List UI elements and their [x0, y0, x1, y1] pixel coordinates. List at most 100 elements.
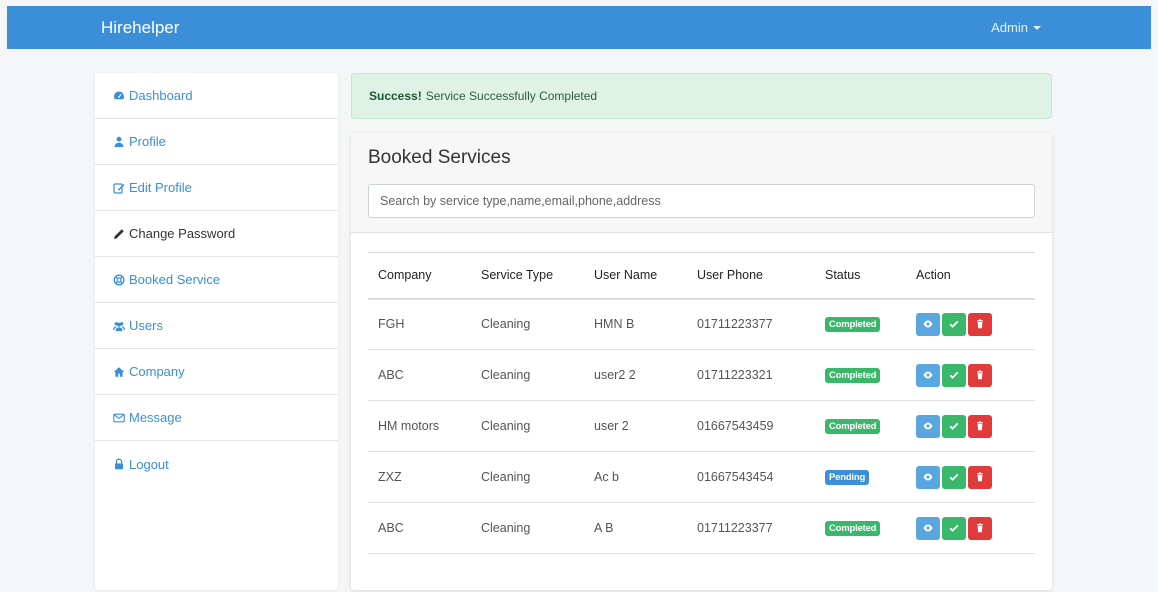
eye-icon — [923, 370, 933, 380]
sidebar-item-label: Edit Profile — [129, 180, 192, 195]
sidebar-item-label: Logout — [129, 456, 169, 472]
cell-company: FGH — [368, 298, 471, 350]
eye-icon — [923, 523, 933, 533]
view-button[interactable] — [916, 516, 940, 540]
status-badge: Pending — [825, 470, 870, 485]
sidebar-item-label: Message — [129, 410, 182, 425]
table-row: HM motors Cleaning user 2 01667543459 Comple… — [368, 400, 1035, 452]
view-button[interactable] — [916, 312, 940, 336]
services-table: Company Service Type User Name User Phon… — [368, 252, 1035, 554]
delete-button[interactable] — [968, 465, 992, 489]
delete-button[interactable] — [968, 516, 992, 540]
sidebar-item-label: Booked Service — [129, 272, 221, 287]
admin-label: Admin — [991, 20, 1028, 35]
cell-user-name: user 2 — [584, 400, 687, 452]
cell-user-name: HMN B — [584, 298, 687, 350]
table-row: ABC Cleaning A B 01711223377 Completed — [368, 502, 1035, 554]
cell-user-phone: 01711223321 — [687, 349, 815, 401]
complete-button[interactable] — [942, 465, 966, 489]
success-alert: Success! Service Successfully Completed — [351, 73, 1052, 119]
table-row: ZXZ Cleaning Ac b 01667543454 Pending — [368, 451, 1035, 503]
search-input[interactable] — [368, 184, 1035, 218]
action-buttons — [916, 414, 1035, 438]
sidebar-item-booked-service[interactable]: Booked Service — [95, 257, 338, 303]
user-icon — [112, 135, 126, 149]
complete-button[interactable] — [942, 312, 966, 336]
page-title: Booked Services — [368, 147, 511, 168]
status-badge: Completed — [825, 521, 881, 536]
col-user-phone: User Phone — [697, 268, 764, 283]
envelope-icon — [112, 411, 126, 425]
sidebar-item-label: Change Password — [129, 226, 236, 241]
sidebar-item-label: Company — [129, 364, 185, 379]
view-button[interactable] — [916, 465, 940, 489]
tachometer-icon — [112, 89, 126, 103]
card-header: Booked Services — [351, 133, 1052, 233]
cell-company: ABC — [368, 349, 471, 401]
sidebar: Dashboard Profile Edit Profile Change Pa… — [95, 73, 338, 590]
sidebar-item-message[interactable]: Message — [95, 395, 338, 441]
complete-button[interactable] — [942, 414, 966, 438]
edit-icon — [112, 181, 126, 195]
caret-down-icon — [1033, 25, 1041, 30]
table-header-row: Company Service Type User Name User Phon… — [368, 252, 1035, 299]
cell-user-phone: 01711223377 — [687, 298, 815, 350]
complete-button[interactable] — [942, 516, 966, 540]
status-badge: Completed — [825, 368, 881, 383]
cell-status: Completed — [815, 400, 906, 452]
trash-icon — [975, 421, 985, 431]
sidebar-item-dashboard[interactable]: Dashboard — [95, 73, 338, 119]
table-row: FGH Cleaning HMN B 01711223377 Completed — [368, 298, 1035, 350]
cell-service-type: Cleaning — [471, 298, 584, 350]
sidebar-item-label: Profile — [129, 134, 166, 149]
pencil-icon — [112, 227, 126, 241]
col-user-name: User Name — [594, 268, 658, 283]
trash-icon — [975, 319, 985, 329]
view-button[interactable] — [916, 363, 940, 387]
eye-icon — [923, 319, 933, 329]
action-buttons — [916, 363, 1035, 387]
life-ring-icon — [112, 273, 126, 287]
cell-user-phone: 01667543459 — [687, 400, 815, 452]
trash-icon — [975, 370, 985, 380]
cell-action — [906, 349, 1035, 401]
cell-status: Pending — [815, 451, 906, 503]
eye-icon — [923, 472, 933, 482]
check-icon — [949, 523, 959, 533]
cell-action — [906, 298, 1035, 350]
cell-service-type: Cleaning — [471, 349, 584, 401]
cell-action — [906, 502, 1035, 554]
table-row: ABC Cleaning user2 2 01711223321 Completed — [368, 349, 1035, 401]
status-badge: Completed — [825, 419, 881, 434]
complete-button[interactable] — [942, 363, 966, 387]
delete-button[interactable] — [968, 414, 992, 438]
cell-company: ABC — [368, 502, 471, 554]
cell-company: ZXZ — [368, 451, 471, 503]
brand-logo[interactable]: Hirehelper — [101, 18, 179, 38]
action-buttons — [916, 465, 1035, 489]
sidebar-item-change-password[interactable]: Change Password — [95, 211, 338, 257]
sidebar-item-users[interactable]: Users — [95, 303, 338, 349]
sidebar-item-company[interactable]: Company — [95, 349, 338, 395]
admin-dropdown[interactable]: Admin — [991, 20, 1041, 35]
cell-user-phone: 01667543454 — [687, 451, 815, 503]
cell-status: Completed — [815, 298, 906, 350]
sidebar-item-profile[interactable]: Profile — [95, 119, 338, 165]
delete-button[interactable] — [968, 363, 992, 387]
sidebar-item-edit-profile[interactable]: Edit Profile — [95, 165, 338, 211]
sidebar-item-logout[interactable]: Logout — [95, 441, 338, 487]
action-buttons — [916, 516, 1035, 540]
check-icon — [949, 472, 959, 482]
lock-icon — [112, 457, 126, 471]
col-company: Company — [378, 268, 432, 283]
alert-text: Service Successfully Completed — [425, 89, 598, 103]
booked-services-card: Booked Services Company Service Type Use… — [351, 133, 1052, 590]
view-button[interactable] — [916, 414, 940, 438]
home-icon — [112, 365, 126, 379]
sidebar-item-label: Users — [129, 318, 163, 333]
users-icon — [112, 319, 126, 333]
cell-service-type: Cleaning — [471, 400, 584, 452]
cell-company: HM motors — [368, 400, 471, 452]
cell-action — [906, 400, 1035, 452]
delete-button[interactable] — [968, 312, 992, 336]
